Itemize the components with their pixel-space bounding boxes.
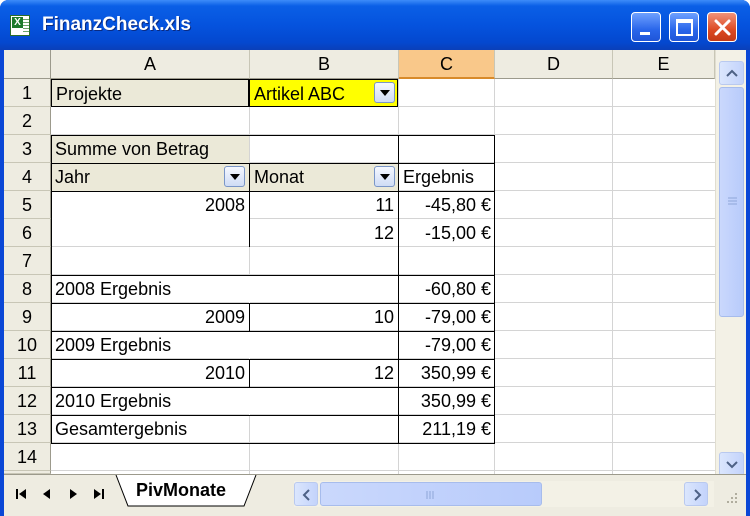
row-header[interactable]: 12: [4, 387, 51, 415]
previous-sheet-button[interactable]: [36, 483, 58, 505]
previous-icon: [43, 489, 50, 499]
row-header[interactable]: 3: [4, 135, 51, 163]
pivot-year-cell[interactable]: 2010: [51, 359, 249, 387]
maximize-icon: [676, 19, 693, 36]
minimize-button[interactable]: [631, 12, 661, 42]
grip-icon: [728, 197, 737, 205]
row-header[interactable]: 14: [4, 443, 51, 471]
first-sheet-button[interactable]: [10, 483, 32, 505]
pivot-subtotal-label[interactable]: 2010 Ergebnis: [51, 387, 398, 415]
pivot-subtotal-value[interactable]: -79,00 €: [399, 331, 495, 359]
maximize-button[interactable]: [669, 12, 699, 42]
pivot-header-border: [51, 135, 495, 164]
pivot-subtotal-label[interactable]: 2009 Ergebnis: [51, 331, 398, 359]
column-header-d[interactable]: D: [495, 50, 613, 79]
pivot-total-border: [51, 415, 495, 444]
row-header[interactable]: 11: [4, 359, 51, 387]
horizontal-scrollbar[interactable]: [294, 481, 714, 507]
column-header-a[interactable]: A: [51, 50, 250, 79]
pivot-value-cell[interactable]: -79,00 €: [399, 303, 495, 331]
pivot-value-cell[interactable]: -15,00 €: [399, 219, 495, 247]
pivot-month-cell[interactable]: 10: [250, 303, 398, 331]
horizontal-scroll-thumb[interactable]: [320, 482, 542, 506]
scroll-up-button[interactable]: [719, 61, 744, 85]
row-header[interactable]: 1: [4, 79, 51, 107]
chevron-down-icon: [380, 90, 390, 96]
last-icon: [94, 489, 104, 499]
close-button[interactable]: [707, 12, 737, 42]
column-header-e[interactable]: E: [613, 50, 715, 79]
pivot-value-cell[interactable]: 350,99 €: [399, 359, 495, 387]
pivot-month-cell[interactable]: 12: [250, 219, 398, 247]
window-title: FinanzCheck.xls: [42, 14, 191, 35]
scroll-right-button[interactable]: [684, 482, 708, 506]
pivot-year-cell[interactable]: 2008: [51, 191, 249, 219]
row-header[interactable]: 8: [4, 275, 51, 303]
title-bar[interactable]: X FinanzCheck.xls: [0, 0, 750, 50]
grip-icon: [426, 491, 434, 499]
excel-file-icon[interactable]: X: [10, 15, 30, 36]
row-header[interactable]: 10: [4, 331, 51, 359]
sheet-tab-pivmonate[interactable]: PivMonate: [124, 475, 238, 507]
next-icon: [70, 489, 77, 499]
pivot-divider: [398, 415, 399, 443]
next-sheet-button[interactable]: [62, 483, 84, 505]
scroll-down-button[interactable]: [719, 452, 744, 476]
row-header[interactable]: 2: [4, 107, 51, 135]
pivot-month-cell[interactable]: 12: [250, 359, 398, 387]
chevron-up-icon: [726, 69, 738, 77]
pivot-subtotal-label[interactable]: 2008 Ergebnis: [51, 275, 398, 303]
vertical-scrollbar[interactable]: [715, 50, 746, 476]
select-all-corner[interactable]: [4, 50, 51, 79]
pivot-divider: [398, 135, 399, 163]
column-header-b[interactable]: B: [250, 50, 399, 79]
row-header[interactable]: 7: [4, 247, 51, 275]
row-header[interactable]: 9: [4, 303, 51, 331]
filter-dropdown-button[interactable]: [374, 82, 395, 103]
pivot-subtotal-value[interactable]: -60,80 €: [399, 275, 495, 303]
cell-grid[interactable]: Projekte Artikel ABC Summe von Betrag Ja…: [51, 79, 715, 474]
pivot-filter-label[interactable]: Projekte: [51, 79, 249, 107]
chevron-right-icon: [694, 489, 702, 501]
sheet-tab-bar: PivMonate: [4, 474, 746, 516]
row-header[interactable]: 5: [4, 191, 51, 219]
first-icon: [16, 489, 26, 499]
pivot-year-cell[interactable]: 2009: [51, 303, 249, 331]
pivot-month-cell[interactable]: 11: [250, 191, 398, 219]
vertical-scroll-thumb[interactable]: [719, 87, 744, 317]
last-sheet-button[interactable]: [88, 483, 110, 505]
row-header[interactable]: 6: [4, 219, 51, 247]
minimize-icon: [640, 32, 650, 35]
row-header[interactable]: 13: [4, 415, 51, 443]
workbook-area: A B C D E 1 2 3 4 5 6 7 8 9 10 11 12 13 …: [4, 50, 746, 516]
pivot-value-cell[interactable]: -45,80 €: [399, 191, 495, 219]
scroll-left-button[interactable]: [294, 482, 318, 506]
row-header[interactable]: 4: [4, 163, 51, 191]
pivot-subtotal-value[interactable]: 350,99 €: [399, 387, 495, 415]
excel-window: X FinanzCheck.xls A B C D E 1 2 3 4 5 6 …: [0, 0, 750, 516]
resize-grip-icon[interactable]: [721, 489, 741, 509]
column-header-c[interactable]: C: [399, 50, 495, 79]
chevron-left-icon: [302, 489, 310, 501]
close-icon: [714, 19, 731, 36]
